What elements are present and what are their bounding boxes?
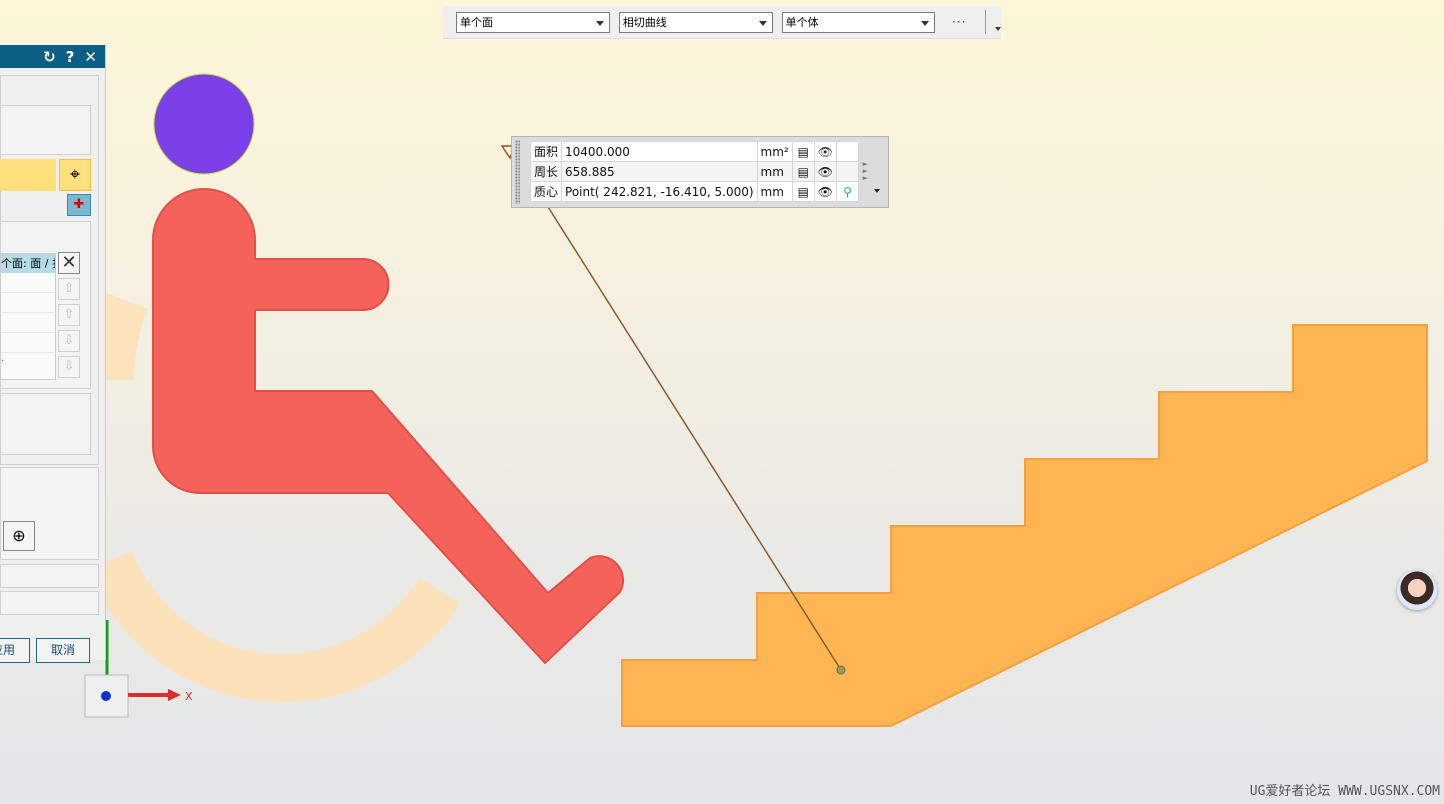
toolbar-divider — [985, 10, 986, 34]
area-label: 面积 — [529, 141, 563, 162]
crosshair-button[interactable]: ⌖ — [59, 159, 91, 191]
move-bottom-button[interactable]: ⇩ — [58, 356, 80, 378]
show-hide-icon[interactable]: 👁 — [813, 161, 837, 182]
centroid-label: 质心 — [529, 181, 563, 202]
body-shape[interactable] — [152, 188, 625, 664]
move-down-button[interactable]: ⇩ — [58, 330, 80, 352]
point-select-button[interactable]: ✚ — [67, 194, 91, 216]
options-group — [0, 393, 91, 455]
list-item[interactable] — [1, 333, 55, 353]
stairs-face[interactable] — [621, 324, 1428, 727]
table-row: 质心 Point( 242.821, -16.410, 5.000) mm ▤ … — [529, 181, 859, 202]
help-icon[interactable]: ? — [66, 48, 75, 66]
chevron-down-icon — [758, 20, 767, 26]
head-circle[interactable] — [153, 73, 255, 175]
centroid-value[interactable]: Point( 242.821, -16.410, 5.000) — [561, 181, 758, 202]
table-row: 面积 10400.000 mm² ▤ 👁 — [529, 141, 859, 162]
perimeter-unit[interactable]: mm — [756, 161, 793, 182]
curve-rule-value: 相切曲线 — [622, 15, 667, 29]
perimeter-label: 周长 — [529, 161, 563, 182]
close-icon[interactable]: ✕ — [84, 48, 97, 66]
measure-table: 面积 10400.000 mm² ▤ 👁 周长 658.885 mm ▤ 👁 质… — [529, 141, 859, 202]
selection-filter-toolbar: 单个面 相切曲线 单个体 ··· — [443, 6, 1001, 39]
x-axis-label: X — [185, 690, 193, 703]
face-rule-select[interactable]: 单个面 — [456, 11, 610, 33]
centroid-unit[interactable]: mm — [756, 181, 793, 202]
area-value[interactable]: 10400.000 — [561, 141, 758, 162]
selection-field[interactable] — [0, 159, 56, 191]
face-rule-value: 单个面 — [460, 15, 493, 29]
toolbar-options-icon[interactable] — [994, 27, 1001, 31]
watermark: UG爱好者论坛 WWW.UGSNX.COM — [1249, 784, 1440, 799]
type-group — [0, 105, 91, 155]
measure-results-panel: 面积 10400.000 mm² ▤ 👁 周长 658.885 mm ▤ 👁 质… — [511, 136, 889, 208]
move-up-button[interactable]: ⇧ — [58, 304, 80, 326]
list-item[interactable] — [1, 293, 55, 313]
perimeter-value[interactable]: 658.885 — [561, 161, 758, 182]
cancel-button[interactable]: 取消 — [36, 638, 90, 663]
list-header: 个面: 面 / 扌 — [1, 254, 55, 273]
more-button[interactable]: ··· — [944, 15, 974, 29]
dialog-header: ↻ ? ✕ — [0, 45, 105, 68]
area-unit[interactable]: mm² — [756, 141, 793, 162]
list-item[interactable] — [1, 313, 55, 333]
curve-rule-select[interactable]: 相切曲线 — [618, 11, 773, 33]
drag-handle[interactable] — [515, 140, 520, 204]
chevron-down-icon — [921, 20, 930, 26]
x-arrow-head — [168, 689, 181, 701]
show-hide-icon[interactable]: 👁 — [813, 141, 837, 162]
expand-arrows-icon[interactable]: ► ► ► — [863, 161, 868, 182]
export-icon[interactable]: ▤ — [791, 161, 815, 182]
list-item[interactable] — [1, 273, 55, 293]
body-rule-select[interactable]: 单个体 — [781, 11, 936, 33]
delete-button[interactable]: ✕ — [58, 252, 80, 274]
chevron-down-icon — [595, 20, 604, 26]
assistant-avatar[interactable] — [1397, 570, 1437, 610]
selection-list[interactable]: 个面: 面 / 扌 . — [0, 253, 56, 380]
panel-menu-icon[interactable] — [874, 189, 880, 193]
point-create-icon[interactable]: ⚲ — [835, 181, 859, 202]
body-rule-value: 单个体 — [785, 15, 819, 29]
table-row: 周长 658.885 mm ▤ 👁 — [529, 161, 859, 182]
settings-row[interactable] — [0, 564, 99, 588]
measure-dialog: ↻ ? ✕ ⌖ ✚ 个面: 面 / 扌 . ✕ ⇧ ⇧ ⇩ ⇩ ⊕ 应用 取消 — [0, 45, 106, 663]
export-icon[interactable]: ▤ — [791, 181, 815, 202]
graphics-viewport[interactable]: X — [0, 0, 1444, 804]
settings-row[interactable] — [0, 591, 99, 615]
add-list-button[interactable]: ⊕ — [3, 521, 35, 551]
centroid-point[interactable] — [836, 665, 846, 675]
list-item[interactable]: . — [1, 353, 55, 371]
reset-icon[interactable]: ↻ — [43, 48, 56, 66]
apply-button[interactable]: 应用 — [0, 638, 30, 663]
show-hide-icon[interactable]: 👁 — [813, 181, 837, 202]
export-icon[interactable]: ▤ — [791, 141, 815, 162]
origin-dot — [101, 691, 111, 701]
move-top-button[interactable]: ⇧ — [58, 278, 80, 300]
